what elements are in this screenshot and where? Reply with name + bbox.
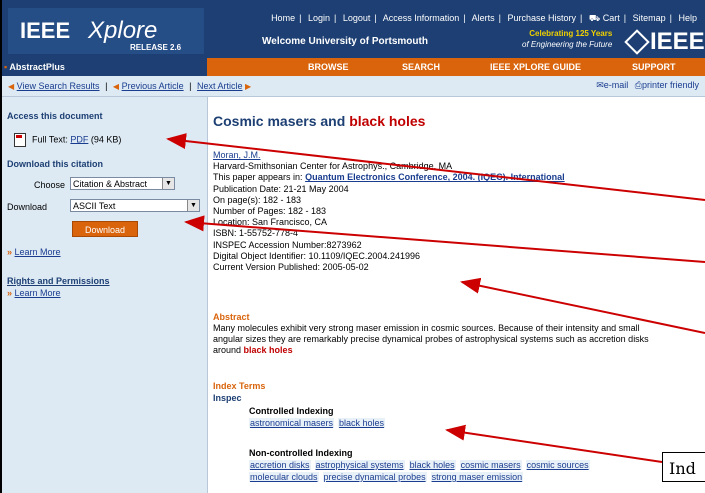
- annotation-arrows: [166, 133, 705, 463]
- left-border: [0, 0, 2, 493]
- arrow-to-controlled-indexing: [445, 424, 663, 463]
- arrow-to-full-text: [166, 133, 705, 201]
- arrow-to-doi: [460, 277, 705, 334]
- arrow-to-download-select: [184, 215, 705, 263]
- annotation-label-box: Ind: [662, 452, 705, 482]
- annotation-label: Ind: [669, 459, 696, 478]
